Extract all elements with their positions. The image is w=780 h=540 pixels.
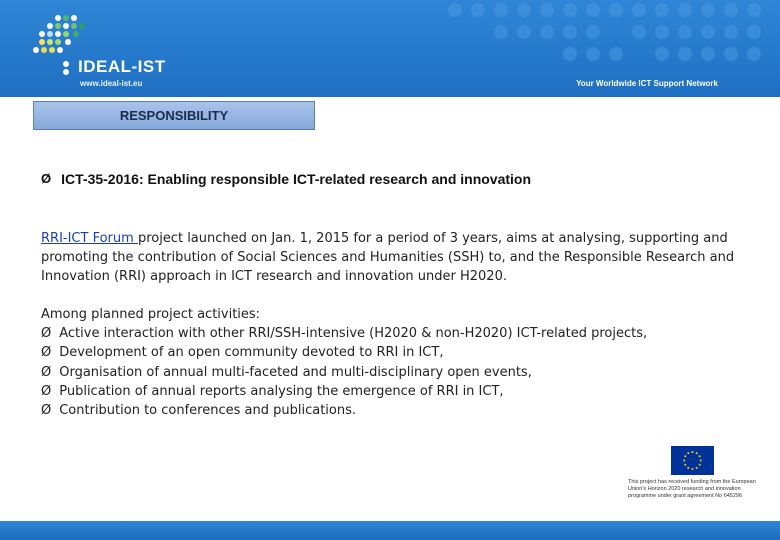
list-item: Ø Organisation of annual multi-faceted an… — [41, 363, 647, 382]
brand-name: IDEAL-IST — [78, 57, 166, 76]
list-item: Ø Development of an open community devote… — [41, 343, 647, 362]
brand-url[interactable]: www.ideal-ist.eu — [80, 79, 142, 88]
arrow-bullet-icon: Ø — [41, 364, 52, 380]
arrow-bullet-icon: Ø — [41, 171, 52, 186]
arrow-bullet-icon: Ø — [41, 345, 52, 361]
arrow-bullet-icon: Ø — [41, 403, 52, 419]
list-item: Ø Active interaction with other RRI/SSH-i… — [41, 324, 647, 343]
header-tagline: Your Worldwide ICT Support Network — [576, 79, 718, 88]
header-banner: IDEAL-IST www.ideal-ist.eu Your Worldwid… — [0, 0, 780, 97]
arrow-bullet-icon: Ø — [41, 326, 52, 341]
section-title: RESPONSIBILITY — [119, 108, 229, 123]
eu-funding-notice: This project has received funding from t… — [628, 479, 756, 500]
project-description: RRI-ICT Forum project launched on Jan. 1… — [41, 229, 741, 286]
activities-list: Ø Active interaction with other RRI/SSH-i… — [41, 324, 647, 420]
project-description-text: project launched on Jan. 1, 2015 for a p… — [41, 231, 735, 284]
footer-bar — [0, 521, 780, 540]
arrow-bullet-icon: Ø — [41, 383, 52, 399]
rri-ict-forum-link[interactable]: RRI-ICT Forum — [41, 231, 138, 246]
section-title-box: RESPONSIBILITY — [33, 101, 315, 130]
list-item: Ø Contribution to conferences and publica… — [41, 401, 647, 420]
eu-flag-icon — [671, 446, 714, 475]
activities-intro: Among planned project activities: — [41, 307, 261, 322]
topic-heading: Ø ICT-35-2016: Enabling responsible ICT-… — [41, 171, 531, 187]
list-item: Ø Publication of annual reports analysing… — [41, 382, 647, 401]
topic-text: ICT-35-2016: Enabling responsible ICT-re… — [61, 171, 532, 187]
